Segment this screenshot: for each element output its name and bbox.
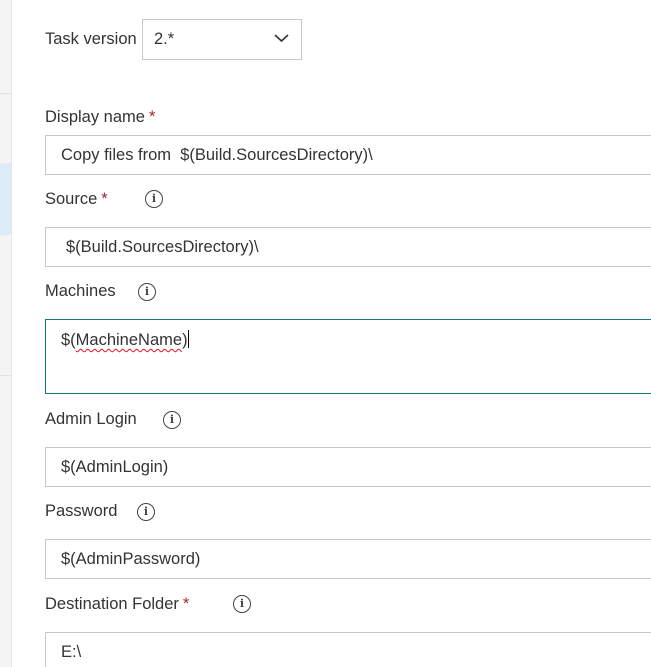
required-marker: * xyxy=(182,595,190,613)
left-panel-divider xyxy=(0,93,11,94)
required-marker: * xyxy=(101,190,108,208)
text-cursor xyxy=(187,330,189,348)
display-name-input[interactable]: Copy files from $(Build.SourcesDirectory… xyxy=(45,135,651,175)
misspelled-word: MachineName xyxy=(75,331,183,349)
admin-login-input[interactable]: $(AdminLogin) xyxy=(45,447,651,487)
info-icon[interactable]: i xyxy=(145,190,163,208)
info-icon[interactable]: i xyxy=(138,283,156,301)
required-marker: * xyxy=(148,108,156,126)
task-version-select[interactable]: 2.* xyxy=(142,19,302,60)
source-value: $(Build.SourcesDirectory)\ xyxy=(66,238,259,256)
left-panel-selected-item[interactable] xyxy=(0,163,11,235)
info-icon[interactable]: i xyxy=(163,411,181,429)
info-icon[interactable]: i xyxy=(233,595,251,613)
destination-folder-value: E:\ xyxy=(61,643,82,661)
task-version-value: 2.* xyxy=(154,30,175,48)
admin-login-value: $(AdminLogin) xyxy=(61,458,169,476)
machines-label: Machines xyxy=(45,282,116,300)
destination-folder-input[interactable]: E:\ xyxy=(45,632,651,667)
display-name-value: Copy files from $(Build.SourcesDirectory… xyxy=(61,146,373,164)
password-label: Password xyxy=(45,502,118,520)
destination-folder-label: Destination Folder * xyxy=(45,595,190,613)
display-name-label: Display name * xyxy=(45,108,156,126)
admin-login-label: Admin Login xyxy=(45,410,137,428)
info-icon[interactable]: i xyxy=(137,503,155,521)
machines-textarea[interactable]: $(MachineName) xyxy=(45,319,651,394)
source-label: Source * xyxy=(45,190,108,208)
left-panel-edge xyxy=(0,0,12,667)
password-input[interactable]: $(AdminPassword) xyxy=(45,539,651,579)
source-input[interactable]: $(Build.SourcesDirectory)\ xyxy=(45,227,651,267)
chevron-down-icon xyxy=(274,34,289,43)
task-version-label: Task version xyxy=(45,30,137,48)
left-panel-divider xyxy=(0,375,11,376)
password-value: $(AdminPassword) xyxy=(61,550,201,568)
